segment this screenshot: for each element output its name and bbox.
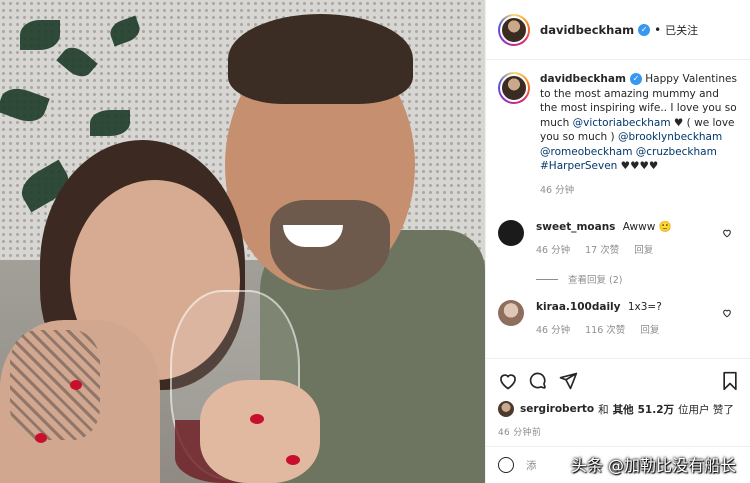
- comment-body: kiraa.100daily 1x3=? 46 分钟 116 次赞 回复: [536, 300, 716, 338]
- likes-count[interactable]: 51.2万: [638, 402, 674, 417]
- post-caption: davidbeckham ✓ Happy Valentines to the mo…: [498, 72, 738, 198]
- view-replies[interactable]: 查看回复 (2): [536, 272, 738, 286]
- commenter-avatar[interactable]: [498, 300, 524, 326]
- arm-tattoo: [10, 330, 100, 440]
- caption-body: davidbeckham ✓ Happy Valentines to the mo…: [540, 72, 738, 198]
- add-comment-input[interactable]: 添: [526, 458, 537, 473]
- man-hair: [228, 14, 413, 104]
- watermark-text: 头条 @加勒比没有船长: [570, 456, 736, 475]
- nail-polish: [35, 433, 47, 443]
- commenter-avatar[interactable]: [498, 220, 524, 246]
- comment-text: Awww 🙂: [622, 221, 672, 233]
- mention-link[interactable]: @victoriabeckham: [573, 117, 671, 129]
- comment-body: sweet_moans Awww 🙂 46 分钟 17 次赞 回复: [536, 220, 716, 258]
- post-actions-section: sergiroberto 和 其他 51.2万 位用户 赞了 46 分钟前: [486, 358, 750, 438]
- commenter-username[interactable]: kiraa.100daily: [536, 301, 620, 313]
- comment-time: 46 分钟: [536, 325, 571, 336]
- mention-link[interactable]: @romeobeckham: [540, 146, 632, 158]
- save-bookmark-icon[interactable]: [721, 371, 739, 391]
- nail-polish: [286, 455, 300, 465]
- leaf-decoration: [90, 110, 130, 136]
- author-username[interactable]: davidbeckham: [540, 23, 634, 37]
- comments-list[interactable]: davidbeckham ✓ Happy Valentines to the mo…: [486, 60, 750, 360]
- likes-suffix: 位用户 赞了: [678, 403, 734, 416]
- verified-badge-icon: ✓: [629, 73, 642, 85]
- mention-link[interactable]: @brooklynbeckham: [618, 131, 722, 143]
- comment-likes[interactable]: 17 次赞: [585, 245, 619, 256]
- view-replies-label[interactable]: 查看回复 (2): [568, 272, 622, 286]
- caption-username[interactable]: davidbeckham: [540, 73, 626, 85]
- post-side-panel: davidbeckham ✓ • 已关注 davidbeckham ✓ Happy…: [485, 0, 750, 483]
- action-bar: [498, 369, 739, 393]
- share-send-icon[interactable]: [558, 371, 578, 391]
- like-heart-icon[interactable]: [498, 371, 518, 391]
- comment-bubble-icon[interactable]: [528, 371, 548, 391]
- comment-item: kiraa.100daily 1x3=? 46 分钟 116 次赞 回复: [498, 300, 738, 338]
- mention-link[interactable]: @cruzbeckham: [636, 146, 717, 158]
- post-time: 46 分钟前: [498, 428, 542, 438]
- hashtag-link[interactable]: #HarperSeven: [540, 160, 617, 172]
- follow-status[interactable]: 已关注: [665, 22, 698, 38]
- likes-conj: 和: [598, 403, 609, 416]
- nail-polish: [250, 414, 264, 424]
- reply-button[interactable]: 回复: [634, 245, 653, 256]
- caption-hearts: ♥♥♥♥: [617, 160, 659, 172]
- replies-line: [536, 278, 558, 280]
- liker-avatar[interactable]: [498, 401, 514, 417]
- comment-item: sweet_moans Awww 🙂 46 分钟 17 次赞 回复: [498, 220, 738, 258]
- comment-likes[interactable]: 116 次赞: [585, 325, 625, 336]
- commenter-username[interactable]: sweet_moans: [536, 221, 615, 233]
- likes-others[interactable]: 其他: [613, 402, 634, 417]
- likes-summary: sergiroberto 和 其他 51.2万 位用户 赞了: [498, 401, 739, 417]
- emoji-icon[interactable]: [498, 457, 514, 473]
- caption-avatar-ring[interactable]: [498, 72, 530, 104]
- nail-polish: [70, 380, 82, 390]
- like-comment-heart-icon[interactable]: [722, 228, 732, 238]
- post-photo[interactable]: [0, 0, 485, 483]
- author-avatar-ring[interactable]: [498, 13, 530, 46]
- post-header: davidbeckham ✓ • 已关注: [486, 0, 750, 60]
- author-avatar[interactable]: [500, 15, 528, 44]
- liker-username[interactable]: sergiroberto: [520, 403, 594, 415]
- separator-dot: •: [654, 22, 662, 37]
- comment-time: 46 分钟: [536, 245, 571, 256]
- comment-text: 1x3=?: [627, 301, 662, 313]
- reply-button[interactable]: 回复: [640, 325, 659, 336]
- comment-meta: 46 分钟 17 次赞 回复: [536, 244, 716, 258]
- caption-avatar[interactable]: [500, 74, 528, 102]
- caption-time: 46 分钟: [540, 184, 575, 196]
- like-comment-heart-icon[interactable]: [722, 308, 732, 318]
- leaf-decoration: [20, 20, 60, 50]
- verified-badge-icon: ✓: [638, 23, 651, 36]
- woman-hand: [200, 380, 320, 483]
- comment-meta: 46 分钟 116 次赞 回复: [536, 324, 716, 338]
